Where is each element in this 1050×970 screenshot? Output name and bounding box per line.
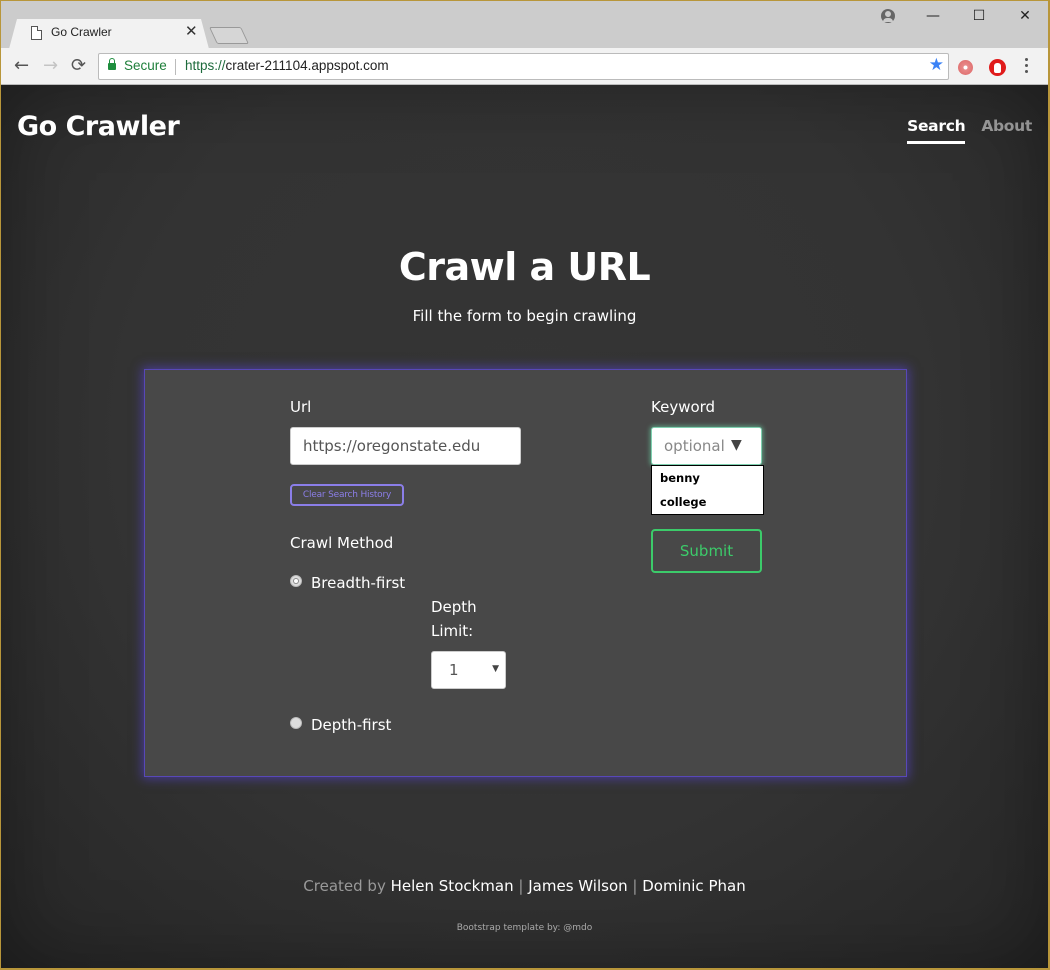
nav-search[interactable]: Search <box>907 117 966 144</box>
adblock-extension-icon[interactable] <box>989 59 1006 76</box>
bookmark-star-icon[interactable]: ★ <box>929 55 944 75</box>
tab-close-icon[interactable]: ✕ <box>185 22 198 40</box>
nav-about[interactable]: About <box>981 117 1032 144</box>
crawl-form: Url Clear Search History Crawl Method Br… <box>144 369 907 777</box>
url-input[interactable] <box>290 427 521 465</box>
page-subtitle: Fill the form to begin crawling <box>412 307 637 325</box>
forward-icon[interactable]: → <box>43 56 58 76</box>
site-brand[interactable]: Go Crawler <box>17 111 180 142</box>
keyword-suggestions-dropdown: benny college <box>651 465 764 515</box>
depth-first-radio[interactable] <box>290 717 302 729</box>
created-by-label: Created by <box>303 877 386 895</box>
tab-title: Go Crawler <box>51 25 112 39</box>
depth-limit-label: Depth <box>431 598 477 616</box>
divider <box>175 59 176 75</box>
browser-titlebar: Go Crawler ✕ — ☐ ✕ <box>1 1 1048 49</box>
breadth-first-radio[interactable] <box>290 575 302 587</box>
separator: | <box>518 877 524 895</box>
dropdown-arrow-icon[interactable]: ▼ <box>731 437 742 453</box>
minimize-button[interactable]: — <box>910 1 956 31</box>
profile-icon[interactable] <box>881 9 895 23</box>
author-link[interactable]: Helen Stockman <box>391 877 514 895</box>
extension-icon[interactable] <box>958 60 973 75</box>
browser-menu-icon[interactable] <box>1025 58 1029 76</box>
lock-icon <box>108 58 116 70</box>
separator: | <box>632 877 638 895</box>
crawl-method-label: Crawl Method <box>290 534 394 552</box>
depth-limit-select[interactable]: 1 ▼ <box>431 651 506 689</box>
browser-window: Go Crawler ✕ — ☐ ✕ ← → ⟳ Secure https://… <box>1 1 1048 968</box>
browser-toolbar: ← → ⟳ Secure https://crater-211104.appsp… <box>1 48 1048 85</box>
security-label: Secure <box>124 58 167 73</box>
url-text[interactable]: https://crater-211104.appspot.com <box>185 58 389 73</box>
maximize-button[interactable]: ☐ <box>956 1 1002 31</box>
address-bar[interactable]: Secure https://crater-211104.appspot.com… <box>98 53 949 80</box>
new-tab-button[interactable] <box>209 27 249 44</box>
chevron-down-icon: ▼ <box>492 664 499 674</box>
submit-button[interactable]: Submit <box>651 529 762 573</box>
keyword-suggestion[interactable]: college <box>660 495 706 509</box>
depth-limit-value: 1 <box>449 661 459 679</box>
back-icon[interactable]: ← <box>14 56 29 76</box>
page-title: Crawl a URL <box>398 245 651 289</box>
footer-credits: Created by Helen Stockman | James Wilson… <box>1 877 1048 895</box>
url-scheme: https:// <box>185 58 226 73</box>
author-link[interactable]: Dominic Phan <box>642 877 745 895</box>
close-window-button[interactable]: ✕ <box>1002 1 1048 31</box>
breadth-first-label[interactable]: Breadth-first <box>311 574 405 592</box>
url-label: Url <box>290 398 312 416</box>
author-link[interactable]: James Wilson <box>528 877 627 895</box>
main-nav: Search About <box>907 117 1048 144</box>
keyword-input[interactable]: optional ▼ <box>651 427 762 465</box>
template-credit: Bootstrap template by: @mdo <box>456 923 593 933</box>
reload-icon[interactable]: ⟳ <box>71 56 86 76</box>
url-host: crater-211104.appspot.com <box>225 58 389 73</box>
clear-search-history-button[interactable]: Clear Search History <box>290 484 404 506</box>
page-body: Go Crawler Search About Crawl a URL Fill… <box>1 85 1048 968</box>
keyword-placeholder: optional <box>664 437 725 455</box>
page-icon <box>31 26 42 40</box>
keyword-suggestion[interactable]: benny <box>660 471 700 485</box>
keyword-label: Keyword <box>651 398 716 416</box>
depth-first-label[interactable]: Depth-first <box>311 716 391 734</box>
browser-tab[interactable]: Go Crawler ✕ <box>9 19 209 49</box>
depth-limit-label-2: Limit: <box>431 622 474 640</box>
